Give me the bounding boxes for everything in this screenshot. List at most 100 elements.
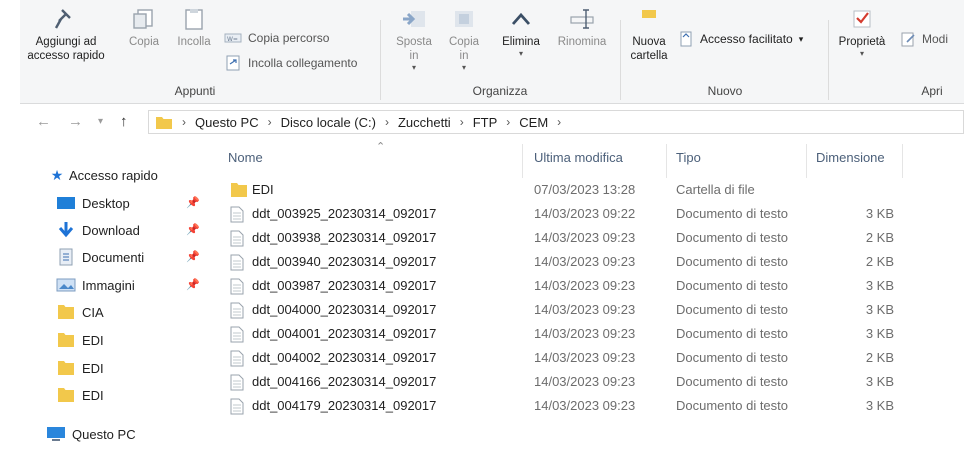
easy-access-button[interactable]: Accesso facilitato ▾ (678, 31, 803, 47)
file-size: 2 KB (865, 350, 894, 365)
file-type: Documento di testo (676, 326, 789, 341)
download-icon (56, 222, 76, 238)
properties-button[interactable]: Proprietà ▾ (832, 8, 892, 58)
dropdown-arrow-icon: ▾ (798, 33, 804, 44)
breadcrumb-separator-icon[interactable]: › (385, 115, 389, 129)
file-row[interactable]: ddt_004002_20230314_092017 14/03/2023 09… (226, 346, 906, 370)
paste-link-button[interactable]: Incolla collegamento (224, 55, 357, 71)
column-divider[interactable] (666, 144, 667, 178)
group-apri: Proprietà ▾ Modi Apri (830, 0, 964, 104)
text-file-icon (230, 374, 244, 391)
text-file-icon (230, 326, 244, 343)
column-divider[interactable] (522, 144, 523, 178)
breadcrumb-cem[interactable]: CEM (519, 115, 548, 130)
file-name: ddt_003925_20230314_092017 (252, 206, 437, 221)
pin-icon[interactable]: 📌 (186, 278, 200, 291)
file-type: Documento di testo (676, 254, 789, 269)
delete-button[interactable]: Elimina ▾ (496, 8, 546, 58)
nav-item-desktop[interactable]: Desktop (56, 192, 130, 214)
file-row[interactable]: EDI 07/03/2023 13:28 Cartella di file (226, 178, 906, 202)
file-modified: 14/03/2023 09:23 (534, 230, 636, 245)
breadcrumb-disco-locale[interactable]: Disco locale (C:) (281, 115, 376, 130)
breadcrumb-ftp[interactable]: FTP (473, 115, 498, 130)
file-modified: 07/03/2023 13:28 (534, 182, 636, 197)
text-file-icon (230, 350, 244, 367)
ribbon: Aggiungi ad accesso rapido Copia Incolla… (20, 0, 964, 104)
file-size: 3 KB (865, 302, 894, 317)
breadcrumb-separator-icon[interactable]: › (557, 115, 561, 129)
breadcrumb-separator-icon[interactable]: › (506, 115, 510, 129)
rename-button[interactable]: Rinomina (550, 8, 614, 49)
column-divider[interactable] (902, 144, 903, 178)
column-divider[interactable] (806, 144, 807, 178)
folder-icon (231, 183, 247, 197)
sort-ascending-icon: ⌃ (376, 141, 386, 153)
copy-path-button[interactable]: W= Copia percorso (224, 31, 329, 45)
file-row[interactable]: ddt_003938_20230314_092017 14/03/2023 09… (226, 226, 906, 250)
move-to-button[interactable]: Sposta in ▾ (390, 8, 438, 72)
group-label-apri: Apri (921, 84, 943, 98)
column-header-modified[interactable]: Ultima modifica (534, 150, 623, 165)
file-size: 2 KB (865, 230, 894, 245)
breadcrumb-zucchetti[interactable]: Zucchetti (398, 115, 451, 130)
file-row[interactable]: ddt_004166_20230314_092017 14/03/2023 09… (226, 370, 906, 394)
group-label-organizza: Organizza (472, 84, 528, 98)
forward-arrow-icon[interactable]: → (68, 113, 83, 130)
edit-button[interactable]: Modi (900, 31, 948, 47)
file-modified: 14/03/2023 09:23 (534, 326, 636, 341)
column-header-name[interactable]: Nome (228, 150, 263, 165)
copy-button[interactable]: Copia (124, 8, 164, 49)
pin-icon (54, 9, 71, 29)
properties-icon (853, 10, 871, 28)
file-row[interactable]: ddt_004179_20230314_092017 14/03/2023 09… (226, 394, 906, 418)
nav-item-cia[interactable]: CIA (56, 301, 104, 323)
file-type: Documento di testo (676, 350, 789, 365)
nav-quick-access[interactable]: ★ Accesso rapido (50, 164, 158, 186)
folder-icon (56, 304, 76, 320)
paste-button[interactable]: Incolla (171, 8, 217, 49)
file-modified: 14/03/2023 09:23 (534, 302, 636, 317)
pin-icon[interactable]: 📌 (186, 250, 200, 263)
up-arrow-icon[interactable]: ↑ (120, 113, 128, 130)
path-breadcrumb[interactable]: › Questo PC › Disco locale (C:) › Zucche… (148, 110, 964, 134)
nav-item-download[interactable]: Download (56, 219, 140, 241)
file-name: ddt_004000_20230314_092017 (252, 302, 437, 317)
nav-item-documenti[interactable]: Documenti (56, 246, 144, 268)
paste-link-icon (226, 55, 240, 71)
nav-item-edi[interactable]: EDI (56, 329, 104, 351)
new-folder-button[interactable]: Nuova cartella (624, 8, 674, 63)
nav-item-edi[interactable]: EDI (56, 384, 104, 406)
ribbon-separator (828, 20, 829, 100)
breadcrumb-separator-icon[interactable]: › (268, 115, 272, 129)
breadcrumb-questo-pc[interactable]: Questo PC (195, 115, 259, 130)
group-nuovo: Nuova cartella Accesso facilitato ▾ Nuov… (622, 0, 828, 104)
ribbon-separator (380, 20, 381, 100)
file-row[interactable]: ddt_004000_20230314_092017 14/03/2023 09… (226, 298, 906, 322)
file-name: ddt_004166_20230314_092017 (252, 374, 437, 389)
nav-item-immagini[interactable]: Immagini (56, 274, 135, 296)
file-modified: 14/03/2023 09:23 (534, 398, 636, 413)
breadcrumb-separator-icon[interactable]: › (460, 115, 464, 129)
copy-to-button[interactable]: Copia in ▾ (442, 8, 486, 72)
group-organizza: Sposta in ▾ Copia in ▾ Elimina ▾ Rinomin… (382, 0, 618, 104)
file-row[interactable]: ddt_003925_20230314_092017 14/03/2023 09… (226, 202, 906, 226)
pin-icon[interactable]: 📌 (186, 196, 200, 209)
pin-icon[interactable]: 📌 (186, 223, 200, 236)
file-row[interactable]: ddt_003940_20230314_092017 14/03/2023 09… (226, 250, 906, 274)
file-size: 3 KB (865, 278, 894, 293)
folder-icon (56, 360, 76, 376)
column-header-size[interactable]: Dimensione (816, 150, 885, 165)
pin-quick-access-button[interactable]: Aggiungi ad accesso rapido (20, 8, 112, 63)
nav-item-edi[interactable]: EDI (56, 357, 104, 379)
file-type: Documento di testo (676, 374, 789, 389)
file-list: ⌃ Nome Ultima modifica Tipo Dimensione E… (208, 140, 964, 459)
file-row[interactable]: ddt_004001_20230314_092017 14/03/2023 09… (226, 322, 906, 346)
recent-locations-chevron-icon[interactable]: ▾ (98, 116, 103, 127)
new-folder-icon (642, 10, 656, 18)
back-arrow-icon[interactable]: ← (36, 113, 51, 130)
nav-this-pc[interactable]: Questo PC (46, 423, 136, 445)
folder-icon (56, 387, 76, 403)
file-name: ddt_004001_20230314_092017 (252, 326, 437, 341)
file-row[interactable]: ddt_003987_20230314_092017 14/03/2023 09… (226, 274, 906, 298)
column-header-type[interactable]: Tipo (676, 150, 701, 165)
